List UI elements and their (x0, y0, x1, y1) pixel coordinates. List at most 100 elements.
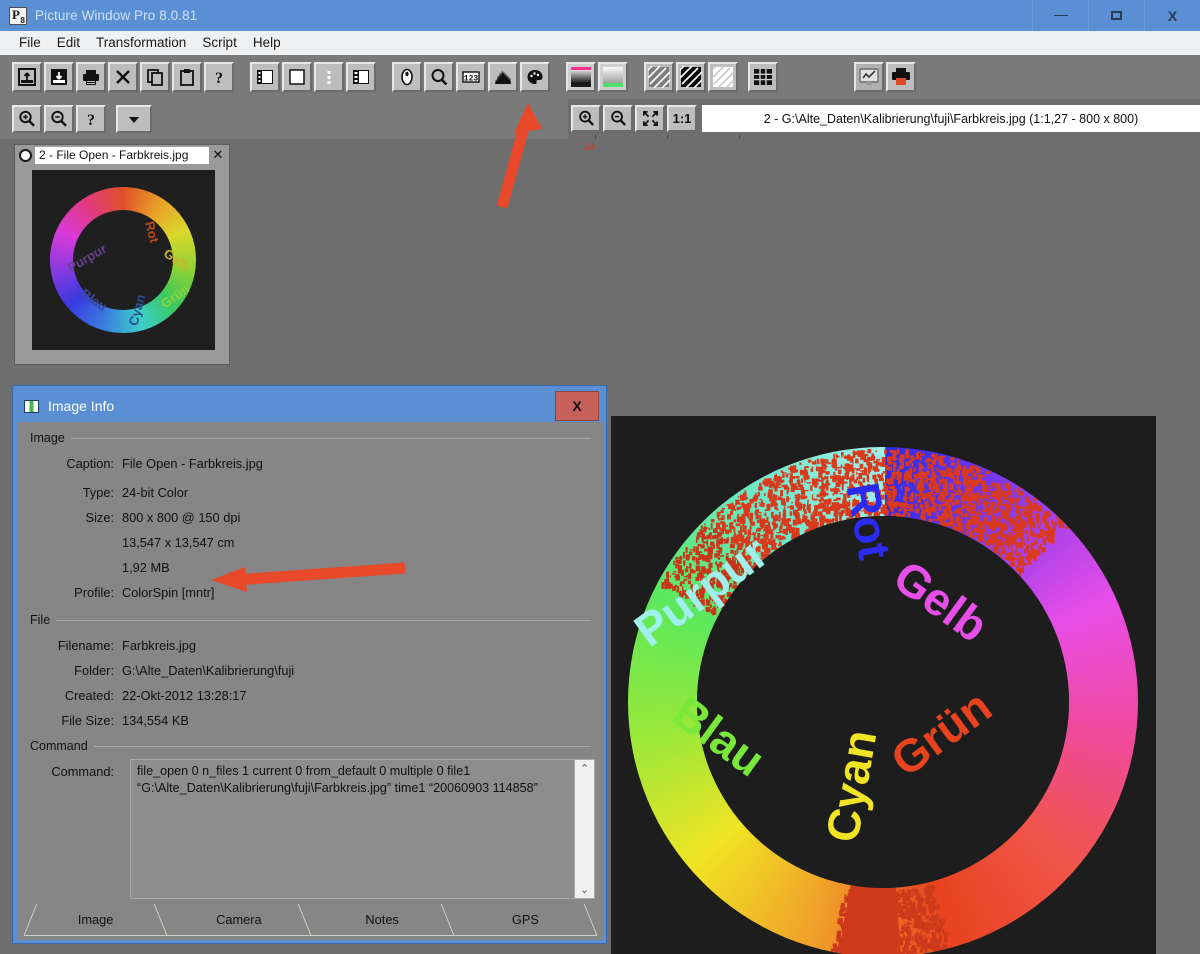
monitor-profile-icon[interactable] (854, 62, 884, 92)
gradient-green-icon[interactable] (598, 62, 628, 92)
zoom-out-icon[interactable] (44, 105, 74, 133)
command-scrollbar[interactable]: ⌃ ⌄ (574, 760, 594, 898)
field-size-label: Size: (30, 510, 122, 525)
image-window-toolbar: 1:1 2 - G:\Alte_Daten\Kalibrierung\fuji\… (568, 102, 1200, 135)
histogram-icon[interactable] (488, 62, 518, 92)
tab-image[interactable]: Image (24, 904, 167, 936)
menu-item-transformation[interactable]: Transformation (88, 31, 194, 55)
thumbnail-close-button[interactable]: ✕ (209, 147, 227, 163)
tab-camera[interactable]: Camera (167, 904, 310, 936)
circle-icon (19, 149, 32, 162)
maximize-button[interactable] (1088, 0, 1144, 31)
one-to-one-button[interactable]: 1:1 (667, 105, 697, 132)
magnifier-icon[interactable] (424, 62, 454, 92)
wheel-label-blau: Blau (663, 685, 775, 787)
tab-edge (11, 904, 38, 935)
texture-white-icon[interactable] (708, 62, 738, 92)
grid-icon[interactable] (748, 62, 778, 92)
window-single-icon[interactable] (282, 62, 312, 92)
field-caption: Caption: File Open - Farbkreis.jpg (30, 456, 591, 471)
title-bar: Picture Window Pro 8.0.81 X (0, 0, 1200, 31)
menu-bar: File Edit Transformation Script Help (0, 31, 1200, 55)
save-image-icon[interactable] (44, 62, 74, 92)
field-folder-value: G:\Alte_Daten\Kalibrierung\fuji (122, 663, 294, 678)
application-window: Picture Window Pro 8.0.81 X File Edit Tr… (0, 0, 1200, 954)
wheel-label-grün: Grün (881, 679, 1002, 787)
ruler-mark (595, 135, 596, 139)
wheel-label-gelb: Gelb (884, 549, 998, 653)
zoom-in-icon[interactable] (12, 105, 42, 133)
image-zoom-in-icon[interactable] (571, 105, 601, 132)
fit-icon[interactable] (635, 105, 665, 132)
secondary-toolbar: ? (0, 99, 568, 139)
numeric-123-icon[interactable]: 123 (456, 62, 486, 92)
texture-black-icon[interactable] (676, 62, 706, 92)
ruler-mark (667, 135, 668, 139)
main-color-wheel-image[interactable]: RotGelbGrünCyanBlauPurpur (611, 416, 1156, 954)
scroll-down-icon[interactable]: ⌄ (580, 881, 589, 898)
divider (71, 438, 591, 439)
svg-text:?: ? (87, 112, 95, 129)
printer-profile-icon[interactable] (886, 62, 916, 92)
field-size: Size: 800 x 800 @ 150 dpi (30, 510, 591, 525)
wheel-label-purpur: Purpur (65, 241, 109, 275)
texture-gray-icon[interactable] (644, 62, 674, 92)
menu-item-script[interactable]: Script (194, 31, 245, 55)
group-file-header: File (30, 612, 591, 628)
tab-gps-label: GPS (512, 912, 539, 927)
field-folder-label: Folder: (30, 663, 122, 678)
tab-image-label: Image (78, 912, 114, 927)
dialog-tabs: Image Camera Notes GPS (24, 904, 597, 936)
wheel-label-gelb: Gelb (161, 246, 193, 275)
field-profile: Profile: ColorSpin [mntr] (30, 585, 591, 600)
field-filesize: File Size: 134,554 KB (30, 713, 591, 728)
group-command-title: Command (30, 739, 88, 753)
menu-item-edit[interactable]: Edit (49, 31, 88, 55)
scroll-up-icon[interactable]: ⌃ (580, 760, 589, 777)
thumbnail-image[interactable]: RotGelbGrünCyanBlauPurpur (32, 170, 215, 350)
image-zoom-out-icon[interactable] (603, 105, 633, 132)
field-filesize-mb-value: 1,92 MB (122, 560, 170, 575)
palette-icon[interactable] (520, 62, 550, 92)
app-title: Picture Window Pro 8.0.81 (35, 8, 197, 23)
image-canvas[interactable]: 24 RotGelbGrün (571, 135, 1200, 954)
open-image-icon[interactable] (12, 62, 42, 92)
maximize-icon (1111, 11, 1122, 20)
minimize-button[interactable] (1032, 0, 1088, 31)
field-caption-value: File Open - Farbkreis.jpg (122, 456, 263, 471)
close-button[interactable]: X (1144, 0, 1200, 31)
close-icon[interactable] (108, 62, 138, 92)
print-icon[interactable] (76, 62, 106, 92)
field-created: Created: 22-Okt-2012 13:28:17 (30, 688, 591, 703)
dropdown-icon[interactable] (116, 105, 152, 133)
field-type-label: Type: (30, 485, 122, 500)
field-created-label: Created: (30, 688, 122, 703)
toolbar-group-profiles (854, 62, 918, 92)
tab-notes[interactable]: Notes (311, 904, 454, 936)
copy-icon[interactable] (140, 62, 170, 92)
menu-item-file[interactable]: File (11, 31, 49, 55)
help-icon[interactable]: ? (76, 105, 106, 133)
window-list-left-icon[interactable] (250, 62, 280, 92)
app-icon (9, 7, 27, 25)
field-size-cm-value: 13,547 x 13,547 cm (122, 535, 234, 550)
wheel-label-cyan: Cyan (126, 293, 149, 328)
window-list-icon[interactable] (346, 62, 376, 92)
group-image-header: Image (30, 430, 591, 446)
wheel-label-rot: Rot (836, 479, 902, 564)
help-icon[interactable]: ? (204, 62, 234, 92)
paste-icon[interactable] (172, 62, 202, 92)
mouse-pointer-icon[interactable] (392, 62, 422, 92)
field-size-value: 800 x 800 @ 150 dpi (122, 510, 240, 525)
group-command: Command Command: file_open 0 n_files 1 c… (30, 738, 591, 899)
wheel-label-cyan: Cyan (815, 726, 888, 846)
main-wheel-labels: RotGelbGrünCyanBlauPurpur (611, 416, 1156, 954)
menu-item-help[interactable]: Help (245, 31, 289, 55)
thumbnail-wheel-labels: RotGelbGrünCyanBlauPurpur (32, 170, 215, 350)
gradient-pink-icon[interactable] (566, 62, 596, 92)
window-dots-icon[interactable] (314, 62, 344, 92)
dialog-close-button[interactable]: X (555, 391, 599, 421)
tab-gps[interactable]: GPS (454, 904, 597, 936)
command-textarea[interactable]: file_open 0 n_files 1 current 0 from_def… (130, 759, 595, 899)
field-command-label: Command: (30, 764, 122, 779)
